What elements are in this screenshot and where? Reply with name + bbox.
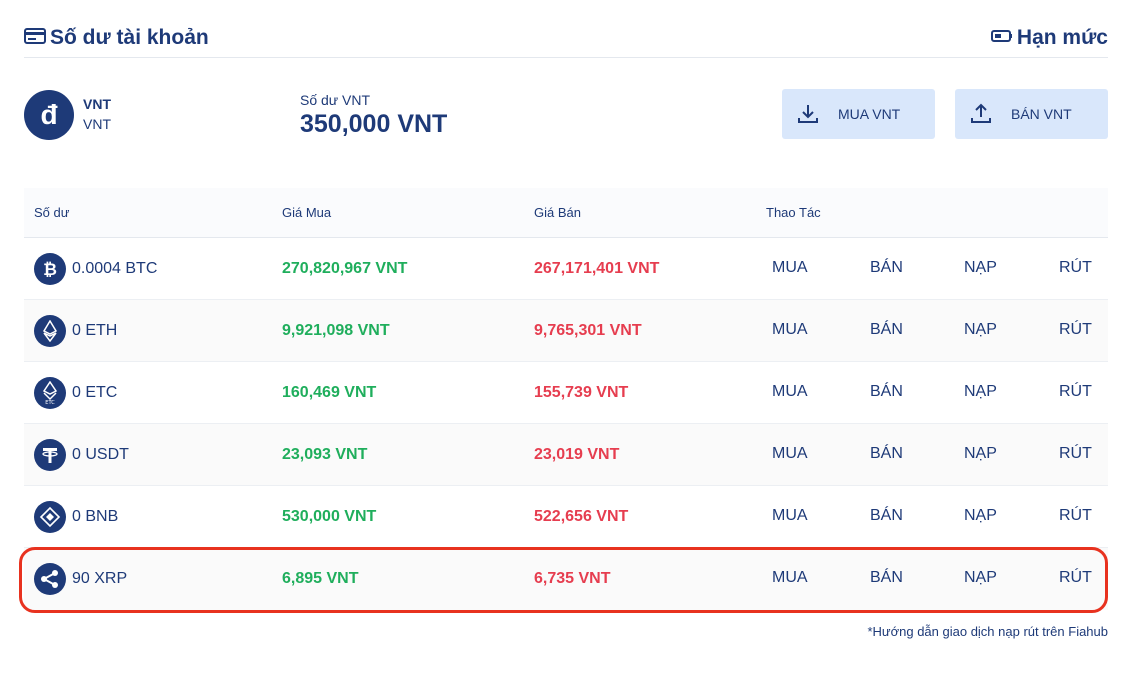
table-row: 0 USDT 23,093 VNT 23,019 VNT MUA BÁN NẠP… bbox=[24, 424, 1108, 486]
sell-button[interactable]: BÁN bbox=[870, 445, 903, 463]
row-sell-price: 23,019 VNT bbox=[534, 446, 620, 463]
header-title-group: Số dư tài khoản bbox=[24, 26, 209, 50]
svg-text:ETC: ETC bbox=[45, 400, 55, 405]
buy-button[interactable]: MUA bbox=[772, 507, 808, 525]
row-buy-price: 530,000 VNT bbox=[282, 508, 377, 525]
buy-vnt-label: MUA VNT bbox=[838, 106, 901, 122]
row-buy-price: 23,093 VNT bbox=[282, 446, 368, 463]
download-icon bbox=[796, 102, 820, 131]
tether-icon bbox=[34, 439, 66, 471]
table-row: 0 ETH 9,921,098 VNT 9,765,301 VNT MUA BÁ… bbox=[24, 300, 1108, 362]
header-balance: Số dư bbox=[34, 205, 70, 220]
sell-button[interactable]: BÁN bbox=[870, 321, 903, 339]
buy-button[interactable]: MUA bbox=[772, 321, 808, 339]
sell-vnt-label: BÁN VNT bbox=[1011, 106, 1072, 122]
buy-button[interactable]: MUA bbox=[772, 445, 808, 463]
table-row: ETC 0 ETC 160,469 VNT 155,739 VNT MUA BÁ… bbox=[24, 362, 1108, 424]
row-balance: 0 BNB bbox=[72, 508, 119, 525]
row-balance: 0 USDT bbox=[72, 446, 129, 463]
sell-vnt-button[interactable]: BÁN VNT bbox=[955, 89, 1108, 139]
balance-label: Số dư VNT bbox=[300, 92, 371, 108]
withdraw-button[interactable]: RÚT bbox=[1059, 321, 1092, 339]
row-balance: 0.0004 BTC bbox=[72, 260, 158, 277]
withdraw-button[interactable]: RÚT bbox=[1059, 383, 1092, 401]
vnt-coin-icon: đ bbox=[24, 90, 74, 140]
buy-vnt-button[interactable]: MUA VNT bbox=[782, 89, 935, 139]
header-sell-price: Giá Bán bbox=[534, 205, 581, 220]
row-balance: 0 ETC bbox=[72, 384, 118, 401]
deposit-button[interactable]: NẠP bbox=[964, 569, 997, 587]
ethereum-classic-icon: ETC bbox=[34, 377, 66, 409]
row-buy-price: 160,469 VNT bbox=[282, 384, 377, 401]
upload-icon bbox=[969, 102, 993, 131]
binance-coin-icon bbox=[34, 501, 66, 533]
deposit-button[interactable]: NẠP bbox=[964, 259, 997, 277]
sell-button[interactable]: BÁN bbox=[870, 507, 903, 525]
buy-button[interactable]: MUA bbox=[772, 569, 808, 587]
ethereum-icon bbox=[34, 315, 66, 347]
deposit-button[interactable]: NẠP bbox=[964, 383, 997, 401]
buy-button[interactable]: MUA bbox=[772, 383, 808, 401]
sell-button[interactable]: BÁN bbox=[870, 259, 903, 277]
wallet-icon bbox=[24, 27, 46, 50]
trading-guide-link[interactable]: *Hướng dẫn giao dịch nạp rút trên Fiahub bbox=[867, 624, 1108, 639]
vnt-summary: đ VNT VNT Số dư VNT 350,000 VNT MUA VNT … bbox=[24, 88, 1108, 144]
row-buy-price: 9,921,098 VNT bbox=[282, 322, 390, 339]
table-row: ₿ 0.0004 BTC 270,820,967 VNT 267,171,401… bbox=[24, 238, 1108, 300]
row-balance: 0 ETH bbox=[72, 322, 118, 339]
bitcoin-icon: ₿ bbox=[34, 253, 66, 285]
coin-code: VNT bbox=[83, 116, 111, 132]
svg-text:₿: ₿ bbox=[43, 260, 57, 279]
row-sell-price: 267,171,401 VNT bbox=[534, 260, 660, 277]
limit-label: Hạn mức bbox=[1016, 26, 1108, 49]
header-actions: Thao Tác bbox=[766, 205, 821, 220]
table-row: 0 BNB 530,000 VNT 522,656 VNT MUA BÁN NẠ… bbox=[24, 486, 1108, 548]
withdraw-button[interactable]: RÚT bbox=[1059, 507, 1092, 525]
row-buy-price: 6,895 VNT bbox=[282, 570, 359, 587]
deposit-button[interactable]: NẠP bbox=[964, 507, 997, 525]
table-row: 90 XRP 6,895 VNT 6,735 VNT MUA BÁN NẠP R… bbox=[24, 548, 1108, 610]
limit-link[interactable]: Hạn mức bbox=[990, 26, 1108, 50]
row-balance: 90 XRP bbox=[72, 570, 128, 587]
row-sell-price: 155,739 VNT bbox=[534, 384, 629, 401]
withdraw-button[interactable]: RÚT bbox=[1059, 445, 1092, 463]
row-sell-price: 6,735 VNT bbox=[534, 570, 611, 587]
deposit-button[interactable]: NẠP bbox=[964, 321, 997, 339]
battery-icon bbox=[990, 29, 1013, 48]
row-sell-price: 9,765,301 VNT bbox=[534, 322, 642, 339]
header-buy-price: Giá Mua bbox=[282, 205, 332, 220]
balances-table: Số dư Giá Mua Giá Bán Thao Tác ₿ 0.0004 … bbox=[24, 188, 1108, 610]
sell-button[interactable]: BÁN bbox=[870, 569, 903, 587]
deposit-button[interactable]: NẠP bbox=[964, 445, 997, 463]
table-header: Số dư Giá Mua Giá Bán Thao Tác bbox=[24, 188, 1108, 238]
page-title: Số dư tài khoản bbox=[50, 26, 209, 49]
page-header: Số dư tài khoản Hạn mức bbox=[24, 22, 1108, 58]
ripple-icon bbox=[34, 563, 66, 595]
row-sell-price: 522,656 VNT bbox=[534, 508, 629, 525]
withdraw-button[interactable]: RÚT bbox=[1059, 569, 1092, 587]
coin-name: VNT bbox=[83, 96, 111, 112]
withdraw-button[interactable]: RÚT bbox=[1059, 259, 1092, 277]
buy-button[interactable]: MUA bbox=[772, 259, 808, 277]
sell-button[interactable]: BÁN bbox=[870, 383, 903, 401]
row-buy-price: 270,820,967 VNT bbox=[282, 260, 408, 277]
balance-value: 350,000 VNT bbox=[300, 110, 448, 138]
